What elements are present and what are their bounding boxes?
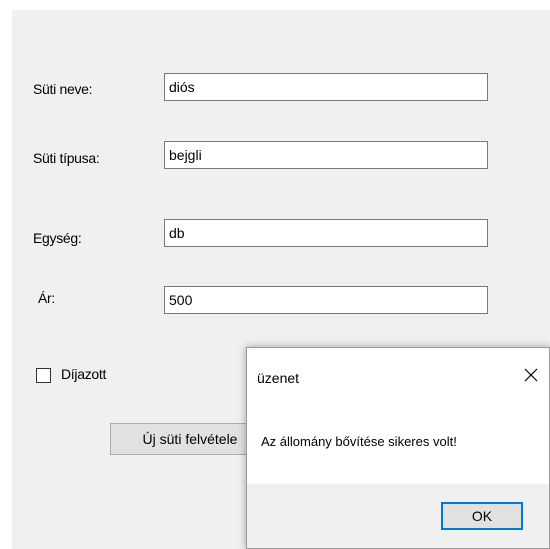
unit-input[interactable] (164, 219, 488, 247)
type-input[interactable] (164, 141, 488, 169)
dialog-footer: OK (247, 484, 549, 548)
ok-button[interactable]: OK (441, 502, 523, 530)
name-label: Süti neve: (33, 81, 93, 97)
name-input[interactable] (164, 73, 488, 101)
unit-label: Egység: (33, 230, 82, 246)
type-label: Süti típusa: (33, 150, 100, 166)
price-label: Ár: (38, 290, 55, 306)
dialog-message: Az állomány bővítése sikeres volt! (261, 434, 457, 449)
dialog-title: üzenet (257, 370, 300, 386)
price-input[interactable] (164, 286, 488, 314)
awarded-checkbox[interactable] (36, 368, 51, 383)
awarded-label: Díjazott (61, 366, 107, 382)
message-dialog: üzenet Az állomány bővítése sikeres volt… (246, 347, 550, 549)
close-icon-glyph (524, 368, 538, 382)
close-icon[interactable] (517, 362, 545, 388)
